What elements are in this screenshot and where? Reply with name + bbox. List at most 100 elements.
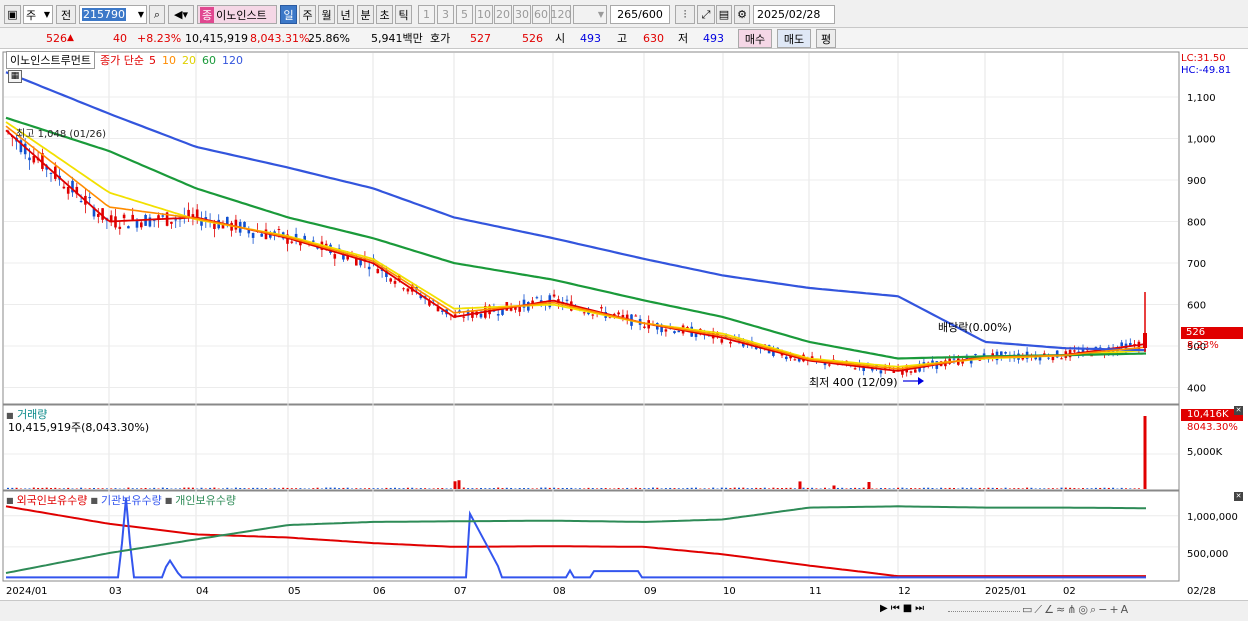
stock-name-field[interactable]: 종 이노인스트 bbox=[197, 5, 277, 24]
volume-bar bbox=[983, 488, 986, 489]
period-tab-day[interactable]: 일 bbox=[280, 5, 297, 24]
buy-button[interactable]: 매수 bbox=[738, 29, 772, 48]
cycle-tool-icon[interactable]: ◎ bbox=[1078, 603, 1088, 617]
volume-bar bbox=[209, 487, 212, 489]
candle-icon[interactable]: ⫶ bbox=[675, 5, 695, 24]
volume-bar bbox=[58, 488, 61, 489]
candle-body bbox=[226, 216, 229, 225]
save-icon[interactable]: ▤ bbox=[716, 5, 732, 24]
volume-summary: 10,415,919주(8,043.30%) bbox=[8, 421, 150, 434]
zoom-icon[interactable]: ⌕ bbox=[1090, 603, 1096, 617]
ma-10-label[interactable]: 10 bbox=[162, 54, 176, 67]
candle-body bbox=[617, 312, 620, 315]
interval-3[interactable]: 3 bbox=[437, 5, 454, 24]
zoom-slider[interactable] bbox=[948, 609, 1020, 612]
speaker-icon[interactable]: ◀▾ bbox=[168, 5, 194, 24]
volume-bar bbox=[183, 487, 186, 489]
box-tool-icon[interactable]: ▭ bbox=[1022, 603, 1032, 617]
market-select[interactable]: 주 ▼ bbox=[23, 5, 53, 24]
volume-bar bbox=[110, 488, 113, 489]
volume-bar bbox=[32, 487, 35, 489]
candle-body bbox=[552, 294, 556, 297]
volume-bar bbox=[394, 487, 396, 489]
period-tab-tick[interactable]: 틱 bbox=[395, 5, 412, 24]
candle-body bbox=[251, 233, 255, 238]
price-y-tick: 1,000 bbox=[1187, 135, 1216, 146]
interval-60[interactable]: 60 bbox=[532, 5, 550, 24]
volume-bar bbox=[67, 487, 70, 489]
volume-bar bbox=[643, 488, 646, 489]
volume-bar bbox=[845, 488, 848, 489]
prev-button[interactable]: 전 bbox=[56, 5, 76, 24]
date-input[interactable]: 2025/02/28 bbox=[753, 5, 835, 24]
fork-tool-icon[interactable]: ⋔ bbox=[1067, 603, 1076, 617]
candle-body bbox=[66, 186, 70, 194]
x-tick-label: 02 bbox=[1063, 586, 1076, 597]
interval-1[interactable]: 1 bbox=[418, 5, 435, 24]
avg-button[interactable]: 평 bbox=[816, 29, 836, 48]
stock-code-input[interactable]: 215790 ▼ bbox=[79, 5, 147, 24]
candle-body bbox=[1047, 357, 1050, 359]
interval-dropdown[interactable]: ▼ bbox=[573, 5, 607, 24]
trend-tool-icon[interactable]: ⟋ bbox=[1034, 603, 1042, 617]
ma-20-label[interactable]: 20 bbox=[182, 54, 196, 67]
volume-bar bbox=[991, 487, 994, 489]
volume-bar bbox=[333, 487, 336, 489]
price-y-tick: 1,100 bbox=[1187, 93, 1216, 104]
candle-body bbox=[974, 354, 977, 356]
toolbar: ▣ 주 ▼ 전 215790 ▼ ⌕ ◀▾ 종 이노인스트 일 주 월 년 분 … bbox=[0, 0, 1248, 28]
period-tab-second[interactable]: 초 bbox=[376, 5, 393, 24]
text-tool-icon[interactable]: A bbox=[1121, 603, 1129, 617]
volume-bar bbox=[910, 488, 912, 489]
quote-bar: 526 ▲ 40 +8.23% 10,415,919 8,043.31% 25.… bbox=[0, 28, 1248, 49]
chart-area[interactable]: 1,1001,000900800700600500400 2024/01 03 04… bbox=[0, 50, 1248, 602]
ma-5-label[interactable]: 5 bbox=[149, 54, 156, 67]
minus-icon[interactable]: − bbox=[1098, 603, 1107, 617]
high-label: 고 bbox=[617, 32, 628, 45]
volume-bar bbox=[535, 488, 538, 489]
foreign-holding-label[interactable]: 외국인보유수량 bbox=[17, 492, 88, 508]
wave-tool-icon[interactable]: ≈ bbox=[1056, 603, 1065, 617]
scroll-right-icon[interactable]: ▶ bbox=[880, 603, 888, 617]
stock-title[interactable]: 이노인스트루먼트 bbox=[6, 51, 95, 69]
institution-holding-label[interactable]: 기관보유수량 bbox=[101, 492, 162, 508]
scroll-last-icon[interactable]: ⏭ bbox=[915, 603, 924, 617]
volume-bar bbox=[841, 487, 844, 489]
stop-icon[interactable]: ■ bbox=[903, 603, 912, 617]
data-count-input[interactable]: 265 /600 bbox=[610, 5, 670, 24]
candle-body bbox=[406, 288, 410, 292]
period-tab-minute[interactable]: 분 bbox=[357, 5, 374, 24]
angle-tool-icon[interactable]: ∠ bbox=[1044, 603, 1054, 617]
interval-10[interactable]: 10 bbox=[475, 5, 493, 24]
period-tab-week[interactable]: 주 bbox=[299, 5, 316, 24]
sell-button[interactable]: 매도 bbox=[777, 29, 811, 48]
volume-bar bbox=[338, 488, 341, 489]
window-icon[interactable]: ▣ bbox=[4, 5, 21, 24]
period-tab-year[interactable]: 년 bbox=[337, 5, 354, 24]
candle-body bbox=[122, 214, 126, 219]
gear-icon[interactable]: ⚙ bbox=[734, 5, 750, 24]
ma-60-label[interactable]: 60 bbox=[202, 54, 216, 67]
volume-bar bbox=[647, 488, 650, 489]
close-icon[interactable]: ✕ bbox=[1234, 406, 1243, 415]
interval-120[interactable]: 120 bbox=[551, 5, 572, 24]
candle-body bbox=[462, 316, 466, 318]
candle-body bbox=[879, 370, 883, 374]
x-tick-label: 08 bbox=[553, 586, 566, 597]
plus-icon[interactable]: + bbox=[1109, 603, 1118, 617]
individual-holding-label[interactable]: 개인보유수량 bbox=[175, 492, 236, 508]
volume-bar bbox=[656, 487, 659, 489]
line-tool-icon[interactable]: ⤢ bbox=[697, 5, 715, 24]
search-icon[interactable]: ⌕ bbox=[149, 5, 165, 24]
close-icon[interactable]: ✕ bbox=[1234, 492, 1243, 501]
volume-bar bbox=[148, 488, 151, 489]
interval-30[interactable]: 30 bbox=[513, 5, 531, 24]
volume-bar bbox=[811, 487, 814, 489]
ma-120-label[interactable]: 120 bbox=[222, 54, 243, 67]
interval-5[interactable]: 5 bbox=[456, 5, 473, 24]
table-icon[interactable]: ▦ bbox=[8, 70, 22, 83]
scroll-first-icon[interactable]: ⏮ bbox=[891, 603, 900, 617]
interval-20[interactable]: 20 bbox=[494, 5, 512, 24]
period-tab-month[interactable]: 월 bbox=[318, 5, 335, 24]
hc-value: HC:-49.81 bbox=[1181, 65, 1232, 76]
